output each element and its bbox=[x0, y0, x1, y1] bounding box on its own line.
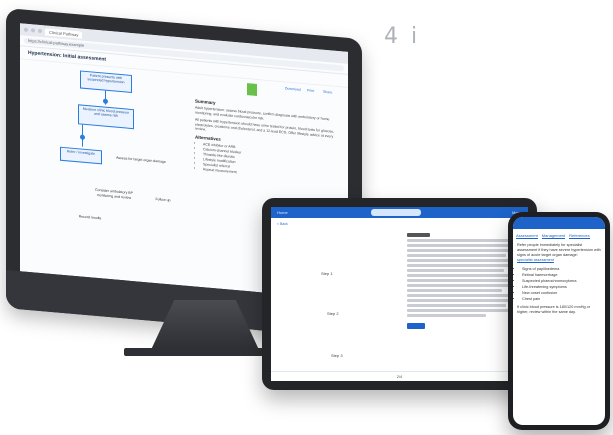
flowchart-side-note: Assess for target organ damage bbox=[116, 155, 166, 164]
flowchart-junction-icon bbox=[103, 98, 108, 104]
text-line bbox=[407, 279, 509, 282]
text-line bbox=[407, 304, 507, 307]
flowchart-side-note: Consider ambulatory BP monitoring and re… bbox=[95, 187, 133, 200]
text-line bbox=[407, 284, 514, 287]
phone-device: Assessment Management References Refer p… bbox=[508, 212, 610, 430]
text-line bbox=[407, 259, 516, 262]
text-line bbox=[407, 244, 509, 247]
flowchart-node[interactable]: Refer / investigate bbox=[60, 146, 102, 165]
text-line bbox=[407, 254, 507, 257]
text-line bbox=[407, 239, 516, 242]
window-control-icon[interactable] bbox=[31, 28, 35, 33]
text-line bbox=[407, 289, 502, 292]
window-control-icon[interactable] bbox=[38, 28, 42, 34]
tablet-back-link[interactable]: < Back bbox=[271, 218, 528, 226]
text-line bbox=[407, 264, 511, 267]
flowchart-pane: Patient presents with suspected hyperten… bbox=[20, 59, 190, 286]
phone-intro-text: Refer people immediately for specialist … bbox=[517, 243, 601, 257]
tablet-device: Home Menu < Back Step 1 Step 2 Step 3 bbox=[262, 198, 537, 390]
print-link[interactable]: Print bbox=[307, 88, 314, 93]
flowchart-note: Record results bbox=[78, 214, 102, 221]
tab-assessment[interactable]: Assessment bbox=[516, 233, 538, 239]
phone-top-bar bbox=[513, 217, 605, 229]
window-control-icon[interactable] bbox=[24, 27, 28, 32]
flowchart-junction-icon bbox=[80, 134, 85, 140]
text-line bbox=[407, 269, 505, 272]
text-line bbox=[407, 274, 515, 277]
phone-screen: Assessment Management References Refer p… bbox=[513, 217, 605, 425]
tablet-search-input[interactable] bbox=[371, 209, 421, 216]
flowchart-side-note: Follow up bbox=[155, 197, 171, 203]
phone-footer-text: If clinic blood pressure is 180/120 mmHg… bbox=[517, 305, 591, 314]
tab-management[interactable]: Management bbox=[541, 233, 566, 239]
text-line bbox=[407, 233, 430, 237]
tablet-action-button[interactable] bbox=[407, 323, 425, 329]
text-line bbox=[407, 299, 510, 302]
list-item: Chest pain bbox=[522, 296, 605, 302]
status-indicator bbox=[247, 83, 257, 96]
flowchart-node[interactable]: Patient presents with suspected hyperten… bbox=[80, 70, 132, 94]
phone-bullet-list: Signs of papilloedema Retinal haemorrhag… bbox=[513, 266, 605, 302]
tablet-screen: Home Menu < Back Step 1 Step 2 Step 3 bbox=[271, 207, 528, 381]
flowchart-node[interactable]: Measure clinic blood pressure and assess… bbox=[78, 104, 134, 130]
tablet-diagram-pane: Step 1 Step 2 Step 3 bbox=[271, 231, 399, 381]
tablet-step-label[interactable]: Step 3 bbox=[331, 353, 343, 358]
share-link[interactable]: Share bbox=[323, 90, 332, 95]
download-link[interactable]: Download bbox=[285, 86, 301, 91]
tablet-home-link[interactable]: Home bbox=[277, 210, 288, 215]
phone-tab-bar: Assessment Management References bbox=[513, 229, 605, 243]
tablet-top-bar: Home Menu bbox=[271, 207, 528, 218]
browser-tab[interactable]: Clinical Pathway bbox=[45, 27, 83, 39]
tablet-text-pane bbox=[407, 231, 520, 381]
tablet-step-label[interactable]: Step 1 bbox=[321, 271, 333, 276]
text-line bbox=[407, 314, 487, 317]
text-line bbox=[407, 294, 516, 297]
tab-references[interactable]: References bbox=[569, 233, 590, 239]
tablet-step-label[interactable]: Step 2 bbox=[327, 311, 339, 316]
phone-inline-link[interactable]: specialist assessment bbox=[517, 258, 554, 262]
text-line bbox=[407, 249, 514, 252]
handwritten-mark: 4 i bbox=[384, 24, 421, 49]
tablet-page-indicator: 2/4 bbox=[271, 371, 528, 381]
text-line bbox=[407, 309, 513, 312]
